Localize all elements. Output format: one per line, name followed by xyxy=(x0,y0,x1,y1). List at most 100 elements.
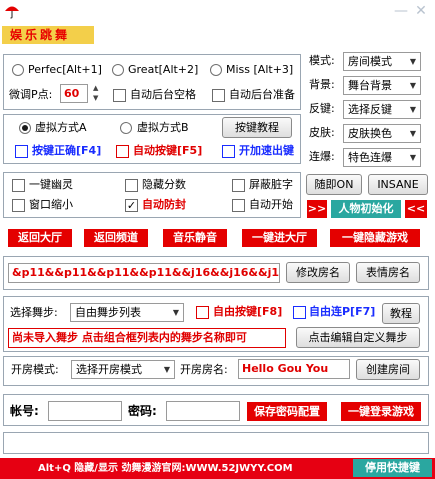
perfect-label: Perfec[Alt+1] xyxy=(28,63,102,76)
key-correct-checkbox[interactable] xyxy=(15,145,28,158)
back-lobby-button[interactable]: 返回大厅 xyxy=(8,229,72,247)
auto-space-checkbox[interactable] xyxy=(113,89,126,102)
combo-label: 连爆: xyxy=(309,150,335,163)
edit-dance-button[interactable]: 点击编辑自定义舞步 xyxy=(296,327,420,348)
app-banner: 娱乐跳舞 xyxy=(2,26,94,44)
ghost-checkbox[interactable] xyxy=(12,179,25,192)
skin-value: 皮肤换色 xyxy=(348,127,392,140)
auto-start-checkbox[interactable] xyxy=(232,199,245,212)
account-label: 帐号: xyxy=(10,404,39,418)
left-arrows-button[interactable]: >> xyxy=(307,200,327,218)
room-name-input[interactable]: &p11&&p11&&p11&&p11&&j16&&j16&&j16&& xyxy=(8,263,280,283)
background-label: 背景: xyxy=(309,78,335,91)
block-words-label: 屏蔽脏字 xyxy=(249,178,293,191)
auto-space-label: 自动后台空格 xyxy=(130,88,196,101)
open-room-name-input[interactable]: Hello Gou You xyxy=(238,359,350,379)
ghost-label: 一键幽灵 xyxy=(29,178,73,191)
window-min-label: 窗口缩小 xyxy=(29,198,73,211)
sim-b-radio[interactable] xyxy=(120,122,132,134)
hide-score-checkbox[interactable] xyxy=(125,179,138,192)
room-mode-select[interactable]: 房间模式 ▼ xyxy=(343,52,421,71)
message-box xyxy=(3,432,429,454)
hide-game-button[interactable]: 一键隐藏游戏 xyxy=(330,229,420,247)
auto-key-label: 自动按键[F5] xyxy=(133,144,203,157)
login-game-button[interactable]: 一键登录游戏 xyxy=(341,402,421,421)
miss-label: Miss [Alt+3] xyxy=(226,63,294,76)
chevron-down-icon: ▼ xyxy=(409,153,416,162)
key-select[interactable]: 选择反键 ▼ xyxy=(343,100,421,119)
dance-select[interactable]: 自由舞步列表 ▼ xyxy=(70,303,184,322)
open-room-mode-label: 开房模式: xyxy=(11,363,59,376)
dance-notice: 尚未导入舞步 点击组合框列表内的舞步名称即可 xyxy=(8,328,286,348)
back-channel-button[interactable]: 返回频道 xyxy=(84,229,148,247)
speed-checkbox[interactable] xyxy=(222,145,235,158)
speed-label: 开加速出键 xyxy=(239,144,294,157)
hide-score-label: 隐藏分数 xyxy=(142,178,186,191)
great-radio[interactable] xyxy=(112,64,124,76)
save-config-button[interactable]: 保存密码配置 xyxy=(247,402,327,421)
dance-auto-key-checkbox[interactable] xyxy=(196,306,209,319)
combo-value: 特色连爆 xyxy=(348,151,392,164)
sim-b-label: 虚拟方式B xyxy=(137,121,189,134)
chevron-down-icon: ▼ xyxy=(409,105,416,114)
background-value: 舞台背景 xyxy=(348,79,392,92)
sim-a-label: 虚拟方式A xyxy=(35,121,87,134)
window-min-checkbox[interactable] xyxy=(12,199,25,212)
title-bar xyxy=(0,0,435,24)
room-mode-value: 房间模式 xyxy=(348,55,392,68)
auto-start-label: 自动开始 xyxy=(249,198,293,211)
great-label: Great[Alt+2] xyxy=(128,63,199,76)
key-tutorial-button[interactable]: 按键教程 xyxy=(222,117,292,138)
open-room-mode-value: 选择开房模式 xyxy=(76,363,142,376)
dance-auto-key-label: 自由按键[F8] xyxy=(213,305,283,318)
insane-button[interactable]: INSANE xyxy=(368,174,428,195)
skin-select[interactable]: 皮肤换色 ▼ xyxy=(343,124,421,143)
sim-a-radio[interactable] xyxy=(19,122,31,134)
dance-label: 选择舞步: xyxy=(10,306,58,319)
chevron-down-icon: ▼ xyxy=(409,57,416,66)
auto-ready-label: 自动后台准备 xyxy=(229,88,295,101)
key-correct-label: 按键正确[F4] xyxy=(32,144,102,157)
room-mode-label: 模式: xyxy=(309,54,335,67)
close-button[interactable]: ✕ xyxy=(412,2,430,20)
key-value: 选择反键 xyxy=(348,103,392,116)
anti-seal-label: 自动防封 xyxy=(142,198,186,211)
adjust-spinner[interactable]: ▲ ▼ xyxy=(93,83,103,105)
dance-auto-link-label: 自由连P[F7] xyxy=(309,305,376,318)
open-room-mode-select[interactable]: 选择开房模式 ▼ xyxy=(71,360,175,379)
emoji-name-button[interactable]: 表情房名 xyxy=(356,262,420,283)
chevron-down-icon: ▼ xyxy=(172,308,179,317)
auto-key-checkbox[interactable] xyxy=(116,145,129,158)
dance-select-value: 自由舞步列表 xyxy=(75,306,141,319)
dance-tutorial-button[interactable]: 教程 xyxy=(382,303,420,324)
background-select[interactable]: 舞台背景 ▼ xyxy=(343,76,421,95)
umbrella-icon xyxy=(4,3,20,19)
right-arrows-button[interactable]: << xyxy=(405,200,427,218)
dance-auto-link-checkbox[interactable] xyxy=(293,306,306,319)
anti-seal-checkbox[interactable]: ✓ xyxy=(125,199,138,212)
chevron-down-icon: ▼ xyxy=(409,129,416,138)
block-words-checkbox[interactable] xyxy=(232,179,245,192)
auto-ready-checkbox[interactable] xyxy=(212,89,225,102)
create-room-button[interactable]: 创建房间 xyxy=(356,359,420,380)
modify-name-button[interactable]: 修改房名 xyxy=(286,262,350,283)
password-input[interactable] xyxy=(166,401,240,421)
combo-select[interactable]: 特色连爆 ▼ xyxy=(343,148,421,167)
open-room-name-label: 开房房名: xyxy=(180,363,228,376)
minimize-button[interactable]: — xyxy=(392,2,410,20)
character-init-button[interactable]: 人物初始化 xyxy=(331,200,401,218)
miss-radio[interactable] xyxy=(210,64,222,76)
skin-label: 皮肤: xyxy=(309,126,335,139)
enter-lobby-button[interactable]: 一键进大厅 xyxy=(242,229,317,247)
perfect-radio[interactable] xyxy=(12,64,24,76)
adjust-input[interactable]: 60 xyxy=(60,84,88,103)
account-input[interactable] xyxy=(48,401,122,421)
instant-on-button[interactable]: 随即ON xyxy=(306,174,362,195)
status-text: Alt+Q 隐藏/显示 劲舞漫游官网:WWW.52JWYY.COM xyxy=(38,463,293,474)
chevron-down-icon: ▼ xyxy=(163,365,170,374)
key-label: 反键: xyxy=(309,102,335,115)
music-mute-button[interactable]: 音乐静音 xyxy=(163,229,227,247)
chevron-down-icon: ▼ xyxy=(409,81,416,90)
disable-hotkey-button[interactable]: 停用快捷键 xyxy=(353,459,432,477)
adjust-label: 微调P点: xyxy=(9,88,53,101)
